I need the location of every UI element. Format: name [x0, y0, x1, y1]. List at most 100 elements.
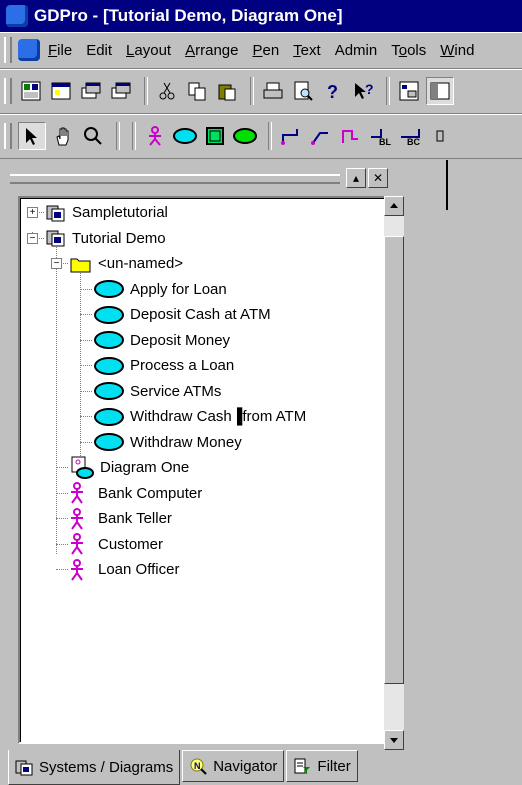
tree-item[interactable]: Deposit Money	[94, 328, 230, 353]
app-icon[interactable]	[6, 5, 28, 27]
tree-item[interactable]: Diagram One	[70, 455, 189, 480]
panel-grip[interactable]	[10, 174, 340, 184]
tree-item-label: Customer	[98, 535, 164, 553]
menu-edit[interactable]: Edit	[86, 42, 112, 59]
tree-item[interactable]: Loan Officer	[70, 557, 179, 582]
relationship-tool-2-icon[interactable]	[308, 123, 334, 149]
scroll-up-icon[interactable]	[384, 196, 404, 216]
more-tool-icon[interactable]	[428, 123, 454, 149]
use-case-icon	[94, 280, 130, 298]
open-icon[interactable]	[48, 78, 74, 104]
document-icon[interactable]	[18, 39, 40, 61]
window-title: GDPro - [Tutorial Demo, Diagram One]	[34, 6, 343, 25]
tree-item[interactable]: Apply for Loan	[94, 277, 227, 302]
menu-bar: File Edit Layout Arrange Pen Text Admin …	[0, 32, 522, 69]
tree-item-label: <un-named>	[98, 255, 184, 272]
system-tool-icon[interactable]	[202, 123, 228, 149]
tree-item[interactable]: Bank Computer	[70, 481, 202, 506]
hand-icon[interactable]	[50, 123, 76, 149]
use-case-tool-icon[interactable]	[172, 123, 198, 149]
tree-item-label: Deposit Cash at ATM	[130, 306, 271, 323]
print-icon[interactable]	[260, 78, 286, 104]
ellipse-tool-icon[interactable]	[232, 123, 258, 149]
copy-icon[interactable]	[184, 78, 210, 104]
menu-window[interactable]: Wind	[440, 42, 474, 59]
tab-navigator[interactable]: N Navigator	[182, 750, 285, 782]
context-help-icon[interactable]: ?	[350, 78, 376, 104]
tree-item-label: Bank Teller	[98, 510, 172, 527]
tree-item[interactable]: Deposit Cash at ATM	[94, 302, 271, 327]
print-preview-icon[interactable]	[290, 78, 316, 104]
cut-icon[interactable]	[154, 78, 180, 104]
tree-item[interactable]: Bank Teller	[70, 506, 172, 531]
filter-icon	[294, 758, 311, 774]
folder-icon	[70, 255, 92, 273]
tree-item-label: Loan Officer	[98, 561, 180, 578]
menu-file[interactable]: File	[48, 42, 72, 59]
paste-icon[interactable]	[214, 78, 240, 104]
tab-filter[interactable]: Filter	[286, 750, 358, 782]
use-case-icon	[94, 382, 130, 400]
tab-label: Systems / Diagrams	[39, 758, 174, 776]
diagram-icon	[70, 456, 94, 480]
tree-node[interactable]: Sampletutorial	[46, 200, 168, 225]
bl-tool-icon[interactable]: BL	[368, 123, 394, 149]
scroll-down-icon[interactable]	[384, 730, 404, 750]
toolbar-separator	[268, 122, 272, 150]
toolbar-separator	[250, 77, 254, 105]
tree-icon[interactable]	[396, 78, 422, 104]
toolbar-separator	[116, 122, 120, 150]
menu-arrange[interactable]: Arrange	[185, 42, 238, 59]
copy-window-icon[interactable]	[78, 78, 104, 104]
tree-node[interactable]: <un-named>	[70, 251, 183, 276]
use-case-icon	[94, 407, 130, 426]
tree-node[interactable]: Tutorial Demo	[46, 226, 166, 251]
canvas-border	[446, 160, 448, 210]
tree-item-label: Withdraw Cash▐from ATM	[130, 408, 307, 425]
tree-item[interactable]: Service ATMs	[94, 379, 221, 404]
collapse-icon[interactable]: −	[27, 232, 38, 244]
print-window-icon[interactable]	[108, 78, 134, 104]
toolbar-separator	[386, 77, 390, 105]
toolbar-separator	[144, 77, 148, 105]
bc-tool-icon[interactable]: BC	[398, 123, 424, 149]
new-icon[interactable]	[18, 78, 44, 104]
help-icon[interactable]: ?	[320, 78, 346, 104]
menu-grip[interactable]	[4, 37, 12, 63]
actor-tool-icon[interactable]	[142, 123, 168, 149]
systems-panel: ▴ ✕ Sampletutorial + Tutorial Demo − <un-nam…	[0, 160, 420, 785]
tree-item[interactable]: Withdraw Cash▐from ATM	[94, 404, 306, 429]
tree-item-label: Sampletutorial	[72, 204, 168, 221]
tree-item[interactable]: Process a Loan	[94, 353, 234, 378]
tab-systems-diagrams[interactable]: Systems / Diagrams	[8, 750, 181, 785]
standard-toolbar: ? ?	[0, 69, 522, 114]
actor-icon	[70, 558, 92, 581]
panel-header[interactable]: ▴ ✕	[10, 166, 408, 190]
menu-admin[interactable]: Admin	[335, 42, 378, 59]
panel-icon[interactable]	[426, 77, 454, 105]
close-panel-icon[interactable]: ✕	[368, 168, 388, 188]
tree-item[interactable]: Customer	[70, 532, 163, 557]
tree-item[interactable]: Withdraw Money	[94, 430, 242, 455]
system-tree[interactable]: Sampletutorial + Tutorial Demo − <un-named> −…	[18, 196, 388, 744]
menu-text[interactable]: Text	[293, 42, 321, 59]
expand-icon[interactable]: +	[27, 207, 38, 218]
toolbar-grip[interactable]	[4, 78, 12, 104]
collapse-icon[interactable]: −	[51, 258, 62, 269]
menu-tools[interactable]: Tools	[391, 42, 426, 59]
system-icon	[46, 203, 66, 223]
tab-label: Filter	[317, 757, 351, 775]
panel-tabs: Systems / Diagrams N Navigator Filter	[8, 750, 360, 785]
menu-pen[interactable]: Pen	[252, 42, 279, 59]
tree-item-label: Deposit Money	[130, 331, 231, 349]
relationship-tool-icon[interactable]	[278, 123, 304, 149]
toolbar-grip[interactable]	[4, 123, 12, 149]
zoom-icon[interactable]	[80, 123, 106, 149]
select-arrow-icon[interactable]	[18, 122, 46, 150]
actor-icon	[70, 482, 92, 504]
menu-layout[interactable]: Layout	[126, 42, 171, 59]
tree-scrollbar[interactable]	[384, 196, 404, 750]
maximize-panel-icon[interactable]: ▴	[346, 168, 366, 188]
relationship-tool-3-icon[interactable]	[338, 123, 364, 149]
scroll-thumb[interactable]	[384, 236, 404, 684]
